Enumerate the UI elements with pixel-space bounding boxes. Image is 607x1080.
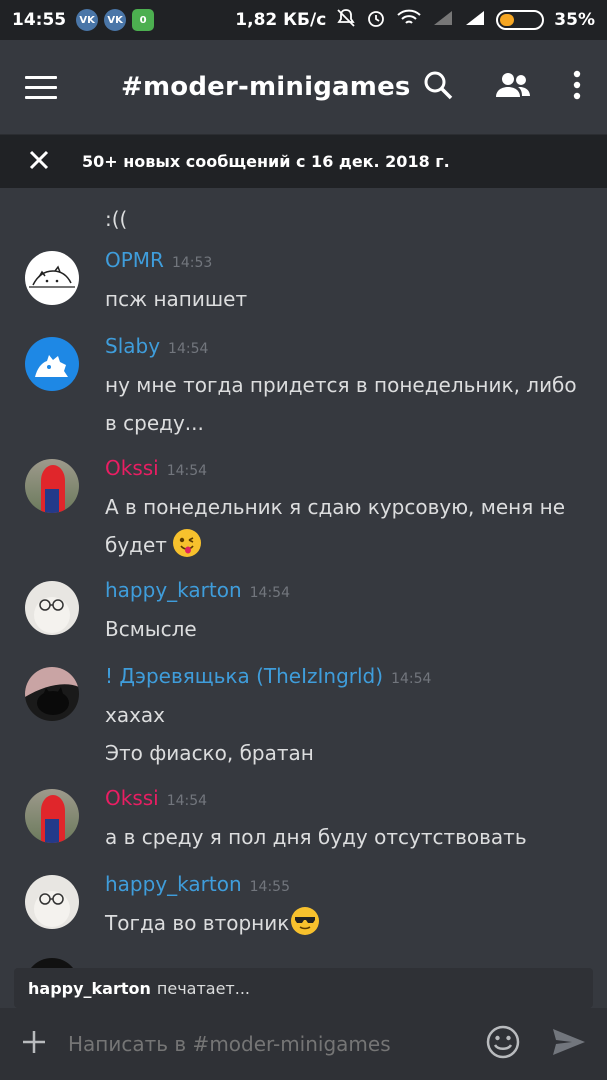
message-text: Это фиаско, братан <box>105 741 314 765</box>
message-timestamp: 14:54 <box>249 585 290 601</box>
author-name[interactable]: Slaby <box>105 334 160 358</box>
message-author[interactable]: happy_karton 14:55 <box>105 872 290 896</box>
message-text: :(( <box>105 207 128 231</box>
close-icon[interactable] <box>28 149 52 175</box>
typing-indicator: happy_karton печатает... <box>14 968 593 1008</box>
author-name[interactable]: ! Дэревящька (TheIzIngrld) <box>105 664 383 688</box>
message-timestamp: 14:54 <box>391 671 432 687</box>
sunglasses-emoji <box>291 907 320 935</box>
new-messages-banner[interactable]: 50+ новых сообщений с 16 дек. 2018 г. <box>0 135 607 188</box>
message-author[interactable]: Okssi 14:54 <box>105 786 207 810</box>
members-icon[interactable] <box>494 71 532 103</box>
author-name[interactable]: Okssi <box>105 786 159 810</box>
avatar[interactable] <box>25 875 79 929</box>
message-text: Тогда во вторник <box>105 904 585 942</box>
alarm-icon <box>366 8 386 33</box>
vk-app-icon: VK <box>76 9 99 31</box>
search-icon[interactable] <box>422 69 454 105</box>
message-author[interactable]: Okssi 14:54 <box>105 456 207 480</box>
message-text: А в понедельник я сдаю курсовую, меня не… <box>105 495 566 557</box>
avatar[interactable] <box>25 667 79 721</box>
message-text: хахах <box>105 703 166 727</box>
message-author[interactable]: Slaby 14:54 <box>105 334 208 358</box>
message-composer <box>0 1008 607 1080</box>
message-text: а в среду я пол дня буду отсутствовать <box>105 825 527 849</box>
avatar[interactable] <box>25 459 79 513</box>
message-text: псж напишет <box>105 287 248 311</box>
battery-icon <box>496 10 545 30</box>
message-input[interactable] <box>68 1032 485 1056</box>
avatar[interactable] <box>25 251 79 305</box>
message-timestamp: 14:54 <box>166 463 208 479</box>
vk-app-icon: VK <box>104 9 127 31</box>
channel-title: #moder-minigames <box>121 72 411 102</box>
winking-tongue-emoji <box>173 529 202 557</box>
add-attachment-icon[interactable] <box>20 1028 48 1060</box>
send-icon[interactable] <box>551 1027 587 1061</box>
banner-text: 50+ новых сообщений с 16 дек. 2018 г. <box>82 152 450 171</box>
wifi-icon <box>396 8 422 33</box>
typing-text: печатает... <box>156 978 250 998</box>
more-options-icon[interactable] <box>572 70 582 104</box>
author-name[interactable]: happy_karton <box>105 872 242 896</box>
author-name[interactable]: happy_karton <box>105 578 242 602</box>
message-text: ну мне тогда придется в понедельник, либ… <box>105 373 577 435</box>
message-list[interactable]: :(( OPMR 14:53 псж напишет Slaby 14:54 ну … <box>0 188 607 975</box>
app-bar: #moder-minigames <box>0 40 607 135</box>
message-timestamp: 14:54 <box>166 793 208 809</box>
mute-icon <box>336 8 356 33</box>
menu-icon[interactable] <box>25 75 65 99</box>
message-author[interactable]: ! Дэревящька (TheIzIngrld) 14:54 <box>105 664 431 688</box>
message-timestamp: 14:53 <box>171 255 213 271</box>
avatar[interactable] <box>25 337 79 391</box>
notification-app-icon: 0 <box>132 9 155 31</box>
network-speed: 1,82 КБ/с <box>235 10 327 30</box>
message-timestamp: 14:55 <box>249 879 290 895</box>
typing-user: happy_karton <box>28 978 151 998</box>
message-author[interactable]: happy_karton 14:54 <box>105 578 290 602</box>
message-author[interactable]: OPMR 14:53 <box>105 248 212 272</box>
message-text: Всмысле <box>105 617 197 641</box>
status-bar: 14:55 VK VK 0 1,82 КБ/с 35% <box>0 0 607 40</box>
signal-icon <box>432 9 454 32</box>
message-timestamp: 14:54 <box>168 341 209 357</box>
status-time: 14:55 <box>12 10 67 30</box>
author-name[interactable]: Okssi <box>105 456 159 480</box>
avatar[interactable] <box>25 789 79 843</box>
battery-percent: 35% <box>554 10 595 30</box>
signal-icon <box>464 9 486 32</box>
author-name[interactable]: OPMR <box>105 248 164 272</box>
avatar[interactable] <box>25 581 79 635</box>
emoji-picker-icon[interactable] <box>485 1024 521 1064</box>
